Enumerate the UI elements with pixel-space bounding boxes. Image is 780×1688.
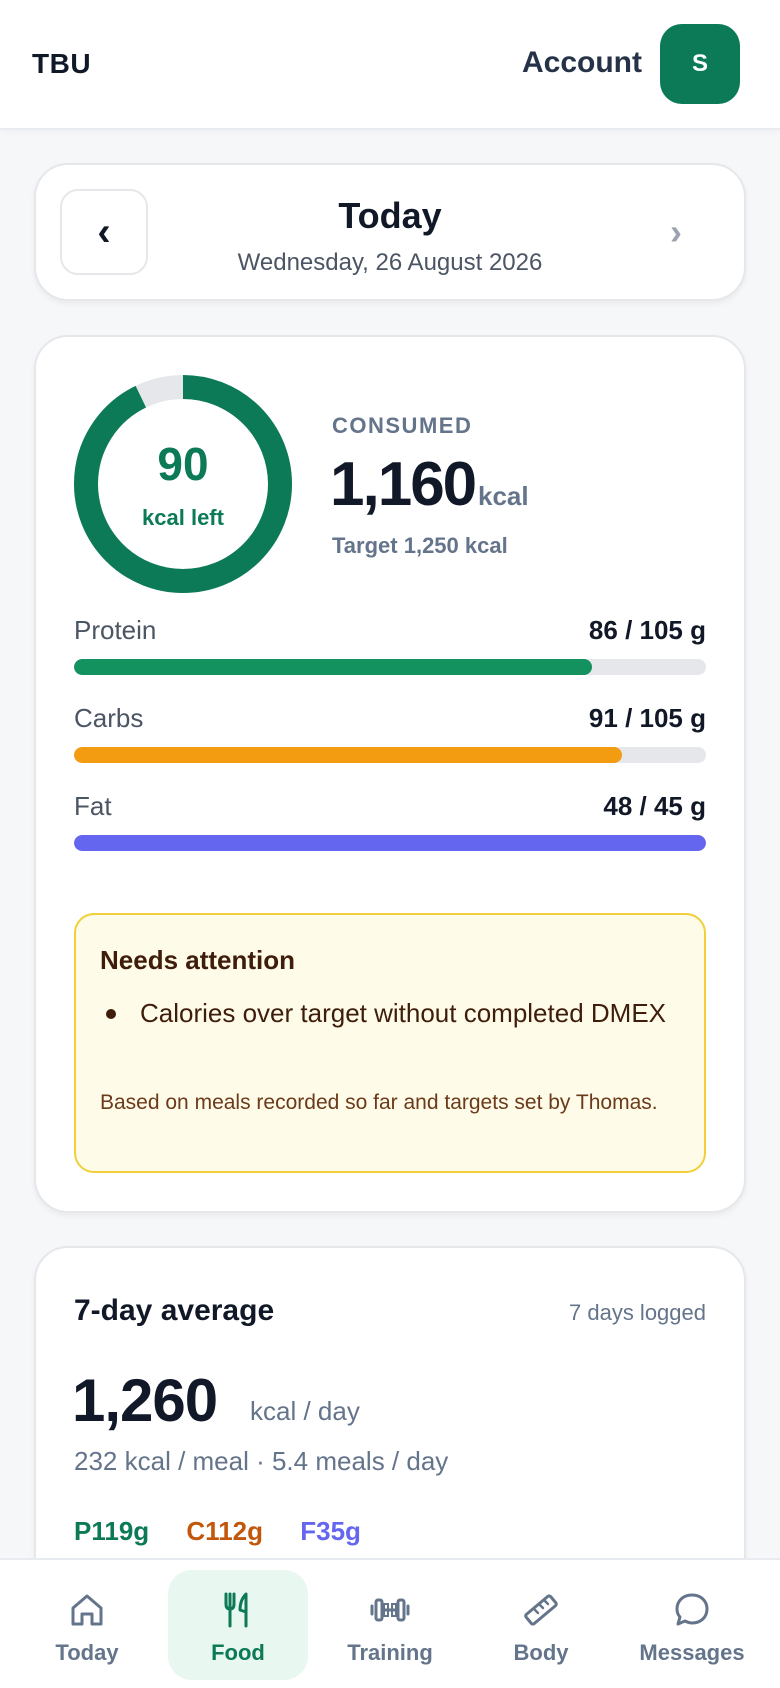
weekly-average-value: 1,260 [72,1367,218,1434]
progress-bar-fill [74,747,622,763]
nav-today[interactable]: Today [17,1570,157,1680]
weekly-average-unit: kcal / day [250,1396,360,1426]
progress-bar-track [74,747,706,763]
fork-knife-icon [224,1592,248,1628]
nav-label: Today [55,1640,119,1665]
attention-alert: Needs attention Calories over target wit… [74,913,706,1173]
app-header: TBU Account S [0,0,780,130]
consumed-unit: kcal [478,481,529,511]
avatar[interactable]: S [660,24,740,104]
macro-value: 91 / 105 g [588,703,706,733]
date-subtitle: Wednesday, 26 August 2026 [237,249,543,276]
consumed-label: CONSUMED [332,413,473,438]
progress-bar-fill [74,659,592,675]
weekly-carbs: C112g [186,1516,264,1546]
weekly-title: 7-day average [74,1294,275,1327]
home-icon [71,1594,103,1626]
kcal-left-label: kcal left [142,505,224,530]
alert-item: Calories over target without completed D… [140,998,667,1028]
nav-label: Messages [639,1640,745,1665]
ruler-icon [524,1594,558,1626]
weekly-protein: P119g [74,1516,150,1546]
weekly-macros: P119g C112g F35g [74,1516,391,1547]
dumbbell-icon [370,1598,410,1622]
macro-value: 48 / 45 g [603,791,706,821]
progress-bar-track [74,659,706,675]
brand-logo-text[interactable]: TBU [32,48,91,80]
macro-name: Protein [74,615,157,645]
macro-fat: Fat 48 / 45 g [74,791,706,861]
nav-label: Body [513,1640,569,1665]
kcal-left-value: 90 [157,438,209,490]
alert-title: Needs attention [100,945,296,975]
calorie-target: Target 1,250 kcal [332,533,508,558]
account-link[interactable]: Account [522,46,642,80]
date-title: Today [338,195,442,236]
days-logged: 7 days logged [569,1300,706,1325]
alert-note: Based on meals recorded so far and targe… [100,1091,658,1114]
macro-carbs: Carbs 91 / 105 g [74,703,706,773]
bullet-dot [106,1009,116,1019]
nav-food[interactable]: Food [168,1570,308,1680]
next-day-button[interactable]: › [656,207,696,257]
nav-label: Food [211,1640,265,1665]
nav-messages[interactable]: Messages [622,1570,762,1680]
nav-body[interactable]: Body [471,1570,611,1680]
macro-value: 86 / 105 g [588,615,706,645]
daily-summary-card: 90 kcal left CONSUMED 1,160 kcal Target … [34,335,746,1213]
chat-bubble-icon [675,1593,709,1626]
weekly-meal-stats: 232 kcal / meal · 5.4 meals / day [74,1446,449,1476]
nav-label: Training [347,1640,433,1665]
macro-name: Fat [74,791,112,821]
macro-protein: Protein 86 / 105 g [74,615,706,685]
bottom-nav: Today Food Training Body Messages [0,1558,780,1688]
consumed-value: 1,160 [330,450,477,519]
macro-name: Carbs [74,703,144,733]
date-navigator: ‹ Today Wednesday, 26 August 2026 › [34,163,746,301]
weekly-fat: F35g [300,1516,361,1546]
progress-bar-track [74,835,706,851]
nav-training[interactable]: Training [320,1570,460,1680]
progress-bar-fill [74,835,706,851]
